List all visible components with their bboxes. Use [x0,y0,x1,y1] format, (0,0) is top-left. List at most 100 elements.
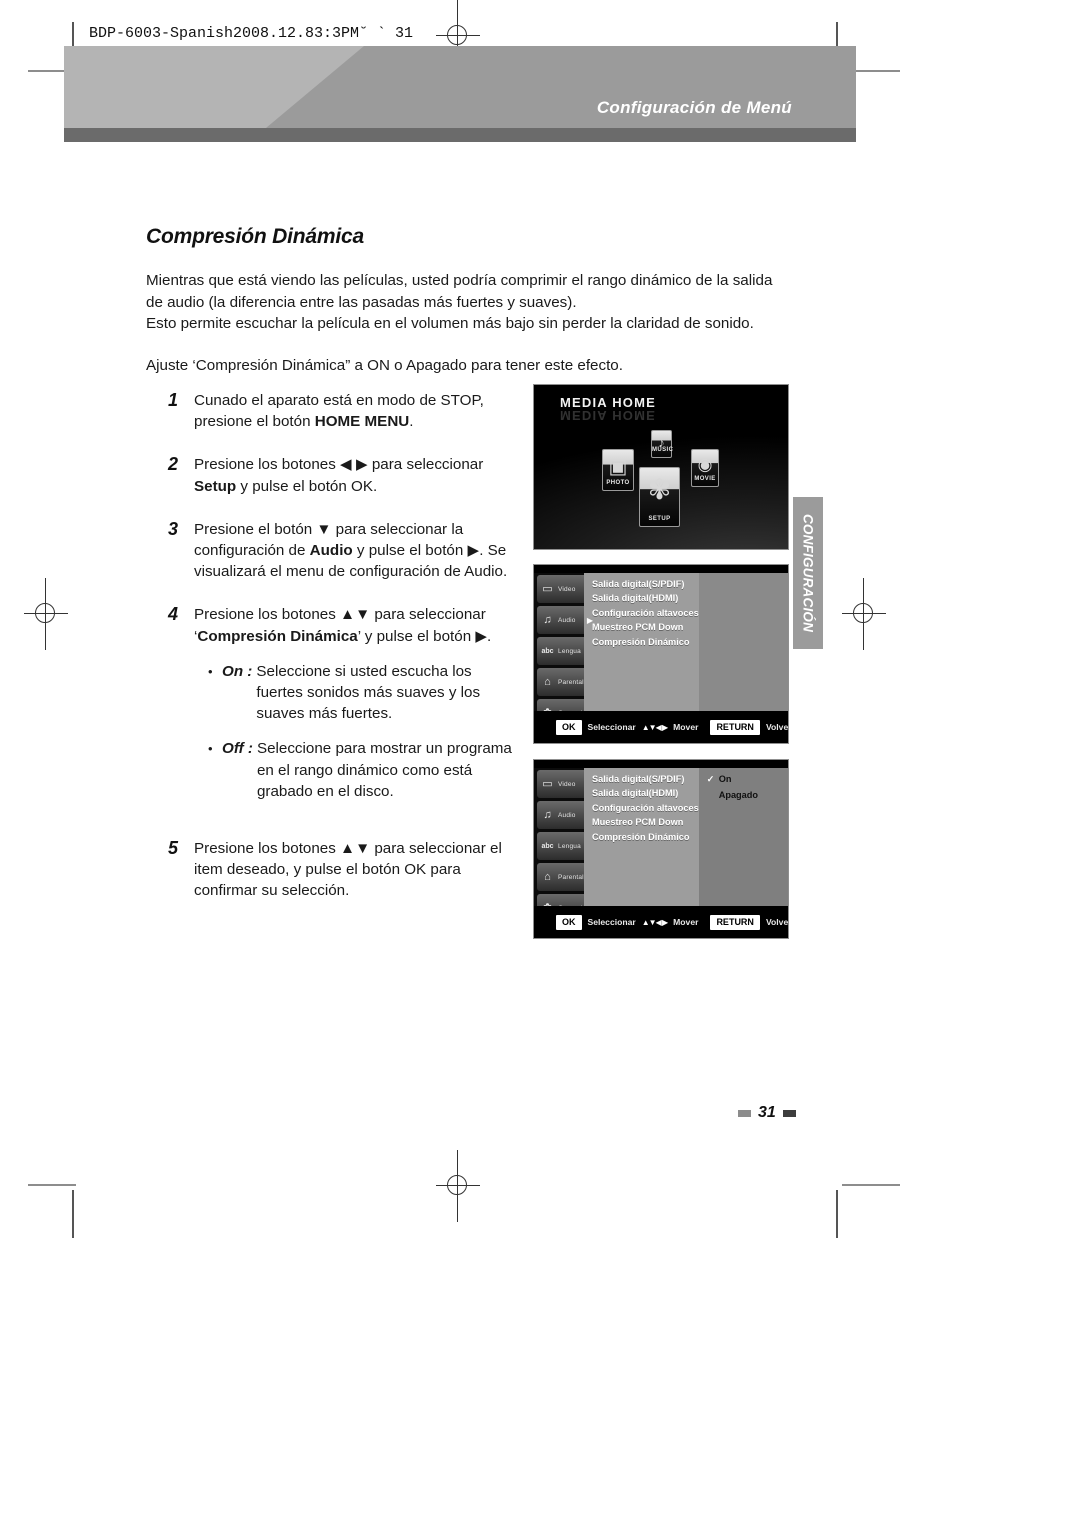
menu-1-rail-label-lengua: Lengua [558,647,581,655]
step-number-5: 5 [168,838,179,859]
bullet-icon-off: • [208,741,213,757]
page-footer: 31 [738,1104,796,1122]
crop-mark-bottom-right-vertical [836,1190,838,1238]
chevron-right-icon: ▶ [586,615,593,625]
menu-1-rail-label-video: Video [558,585,576,593]
menu-1-row-compresion[interactable]: Compresión Dinámico [592,635,699,649]
media-home-tile-movie-label: MOVIE [694,476,716,482]
menu-1-ok-key-badge[interactable]: OK [556,719,582,735]
step-item-3: 3 Presione el botón ▼ para seleccionar l… [168,519,520,583]
audio-speaker-icon: ♫ [543,613,552,626]
step-text-2: Presione los botones ◀ ▶ para selecciona… [194,456,484,495]
registration-mark-right [842,578,886,650]
menu-2-rail-item-video[interactable]: ▭ Video [537,770,584,798]
menu-1-category-rail: ▭ Video ♫ Audio ▶ abc Lengua ⌂ Parental … [534,573,593,727]
step-item-1: 1 Cunado el aparato está en modo de STOP… [168,390,520,432]
menu-2-value-apagado[interactable]: Apagado [707,788,788,804]
menu-1-footer-bar: OK Seleccionar ▲▼◀ ▶ Mover RETURN Volver [534,711,788,743]
media-home-tile-music-label: MUSIC [652,447,674,453]
menu-2-footer-bar: OK Seleccionar ▲▼◀ ▶ Mover RETURN Volver [534,906,788,938]
media-home-tile-photo[interactable]: ▣ PHOTO [602,449,634,491]
menu-2-row-hdmi[interactable]: Salida digital(HDMI) [592,786,699,800]
media-home-tile-movie[interactable]: ◉ MOVIE [691,449,719,487]
menu-2-rail-item-parental[interactable]: ⌂ Parental [537,863,584,891]
menu-1-rail-item-lengua[interactable]: abc Lengua [537,637,584,665]
menu-2-rail-item-audio[interactable]: ♫ Audio [537,801,584,829]
option-item-on: • On : Seleccione si usted escucha los f… [208,661,520,725]
step-text-3: Presione el botón ▼ para seleccionar la … [194,520,508,581]
media-home-tile-music[interactable]: ♪ MUSIC [651,430,674,458]
menu-1-rail-item-audio[interactable]: ♫ Audio ▶ [537,606,593,634]
intro-paragraph-2: Esto permite escuchar la película en el … [146,315,754,332]
option-sub-list: • On : Seleccione si usted escucha los f… [208,661,520,802]
page-title: Compresión Dinámica [146,225,364,248]
crop-mark-bottom-left-vertical [72,1190,74,1238]
print-filename-stamp: BDP-6003-Spanish2008.12.83:3PM˘ ` 31 [86,24,417,43]
page-number: 31 [758,1104,776,1121]
audio-speaker-icon: ♫ [543,808,552,821]
banner-bottom-bar [64,128,856,142]
menu-1-values-panel [698,573,788,711]
intro-paragraph-1: Mientras que está viendo las películas, … [146,272,773,311]
menu-2-return-key-badge[interactable]: RETURN [710,914,760,930]
menu-2-row-pcm-down[interactable]: Muestreo PCM Down [592,815,699,829]
menu-2-rail-label-lengua: Lengua [558,842,581,850]
menu-2-rail-item-lengua[interactable]: abc Lengua [537,832,584,860]
menu-1-row-pcm-down[interactable]: Muestreo PCM Down [592,620,699,634]
menu-1-return-text: Volver [765,722,789,732]
menu-1-row-spdif[interactable]: Salida digital(S/PDIF) [592,577,699,591]
step-item-2: 2 Presione los botones ◀ ▶ para seleccio… [168,454,520,496]
section-title: Configuración de Menú [596,98,792,117]
menu-1-rail-label-audio: Audio [558,616,576,624]
parental-lock-icon: ⌂ [544,870,551,883]
media-home-tile-setup[interactable]: ✾ SETUP [639,467,680,527]
step-text-4-main: Presione los botones ▲▼ para seleccionar… [194,606,492,645]
menu-2-row-spdif[interactable]: Salida digital(S/PDIF) [592,772,699,786]
dpad-arrows-icon: ▲▼◀ ▶ [641,722,668,732]
menu-1-ok-text: Seleccionar [587,722,636,732]
option-label-off: Off : [222,740,253,758]
menu-1-move-text: Mover [673,722,699,732]
option-text-off: Seleccione para mostrar un programa en e… [256,740,512,800]
step-item-4: 4 Presione los botones ▲▼ para seleccion… [168,604,520,816]
menu-2-ok-key-badge[interactable]: OK [556,914,582,930]
page-dash-left-icon [738,1109,751,1117]
menu-1-rail-item-video[interactable]: ▭ Video [537,575,584,603]
menu-1-row-hdmi[interactable]: Salida digital(HDMI) [592,591,699,605]
page-header-banner: Configuración de Menú [64,46,856,142]
menu-1-option-list: Salida digital(S/PDIF) Salida digital(HD… [584,573,699,711]
crop-mark-bottom-right-horizontal [842,1184,900,1186]
menu-2-rail-label-parental: Parental [558,873,584,881]
menu-1-rail-label-parental: Parental [558,678,584,686]
menu-2-value-on[interactable]: ✓ On [706,772,788,788]
menu-2-category-rail: ▭ Video ♫ Audio abc Lengua ⌂ Parental ✿ … [534,768,584,922]
menu-1-row-altavoces[interactable]: Configuración altavoces [592,606,699,620]
step-number-2: 2 [168,454,179,475]
media-home-tile-setup-label: SETUP [648,516,671,522]
option-text-on: Seleccione si usted escucha los fuertes … [256,662,481,723]
setup-gear-icon: ✾ [647,474,672,506]
option-item-off: • Off : Seleccione para mostrar un progr… [208,738,520,802]
step-number-3: 3 [168,518,179,539]
menu-2-value-apagado-label: Apagado [718,789,759,800]
media-home-screenshot: MEDIA HOME MEDIA HOME ▣ PHOTO ♪ MUSIC ✾ … [533,384,789,550]
menu-1-body: ▭ Video ♫ Audio ▶ abc Lengua ⌂ Parental … [534,573,788,727]
menu-2-option-list: Salida digital(S/PDIF) Salida digital(HD… [584,768,699,906]
bullet-icon-on: • [208,663,213,679]
registration-mark-bottom [436,1150,480,1222]
language-abc-icon: abc [541,842,554,850]
option-label-on: On : [222,662,253,680]
intro-paragraph-3: Ajuste ‘Compresión Dinámica” a ON o Apag… [146,356,623,374]
check-icon: ✓ [706,774,715,784]
language-abc-icon: abc [541,647,554,655]
menu-2-value-on-label: On [718,774,732,784]
chapter-side-tab: CONFIGURACIÓN [793,497,823,649]
registration-mark-left [24,578,68,650]
menu-2-row-compresion[interactable]: Compresión Dinámico [592,830,699,844]
crop-mark-bottom-left-horizontal [28,1184,76,1186]
menu-1-return-key-badge[interactable]: RETURN [710,719,760,735]
menu-2-body: ▭ Video ♫ Audio abc Lengua ⌂ Parental ✿ … [534,768,788,922]
menu-1-rail-item-parental[interactable]: ⌂ Parental [537,668,584,696]
menu-2-row-altavoces[interactable]: Configuración altavoces [592,801,699,815]
parental-lock-icon: ⌂ [544,675,551,688]
